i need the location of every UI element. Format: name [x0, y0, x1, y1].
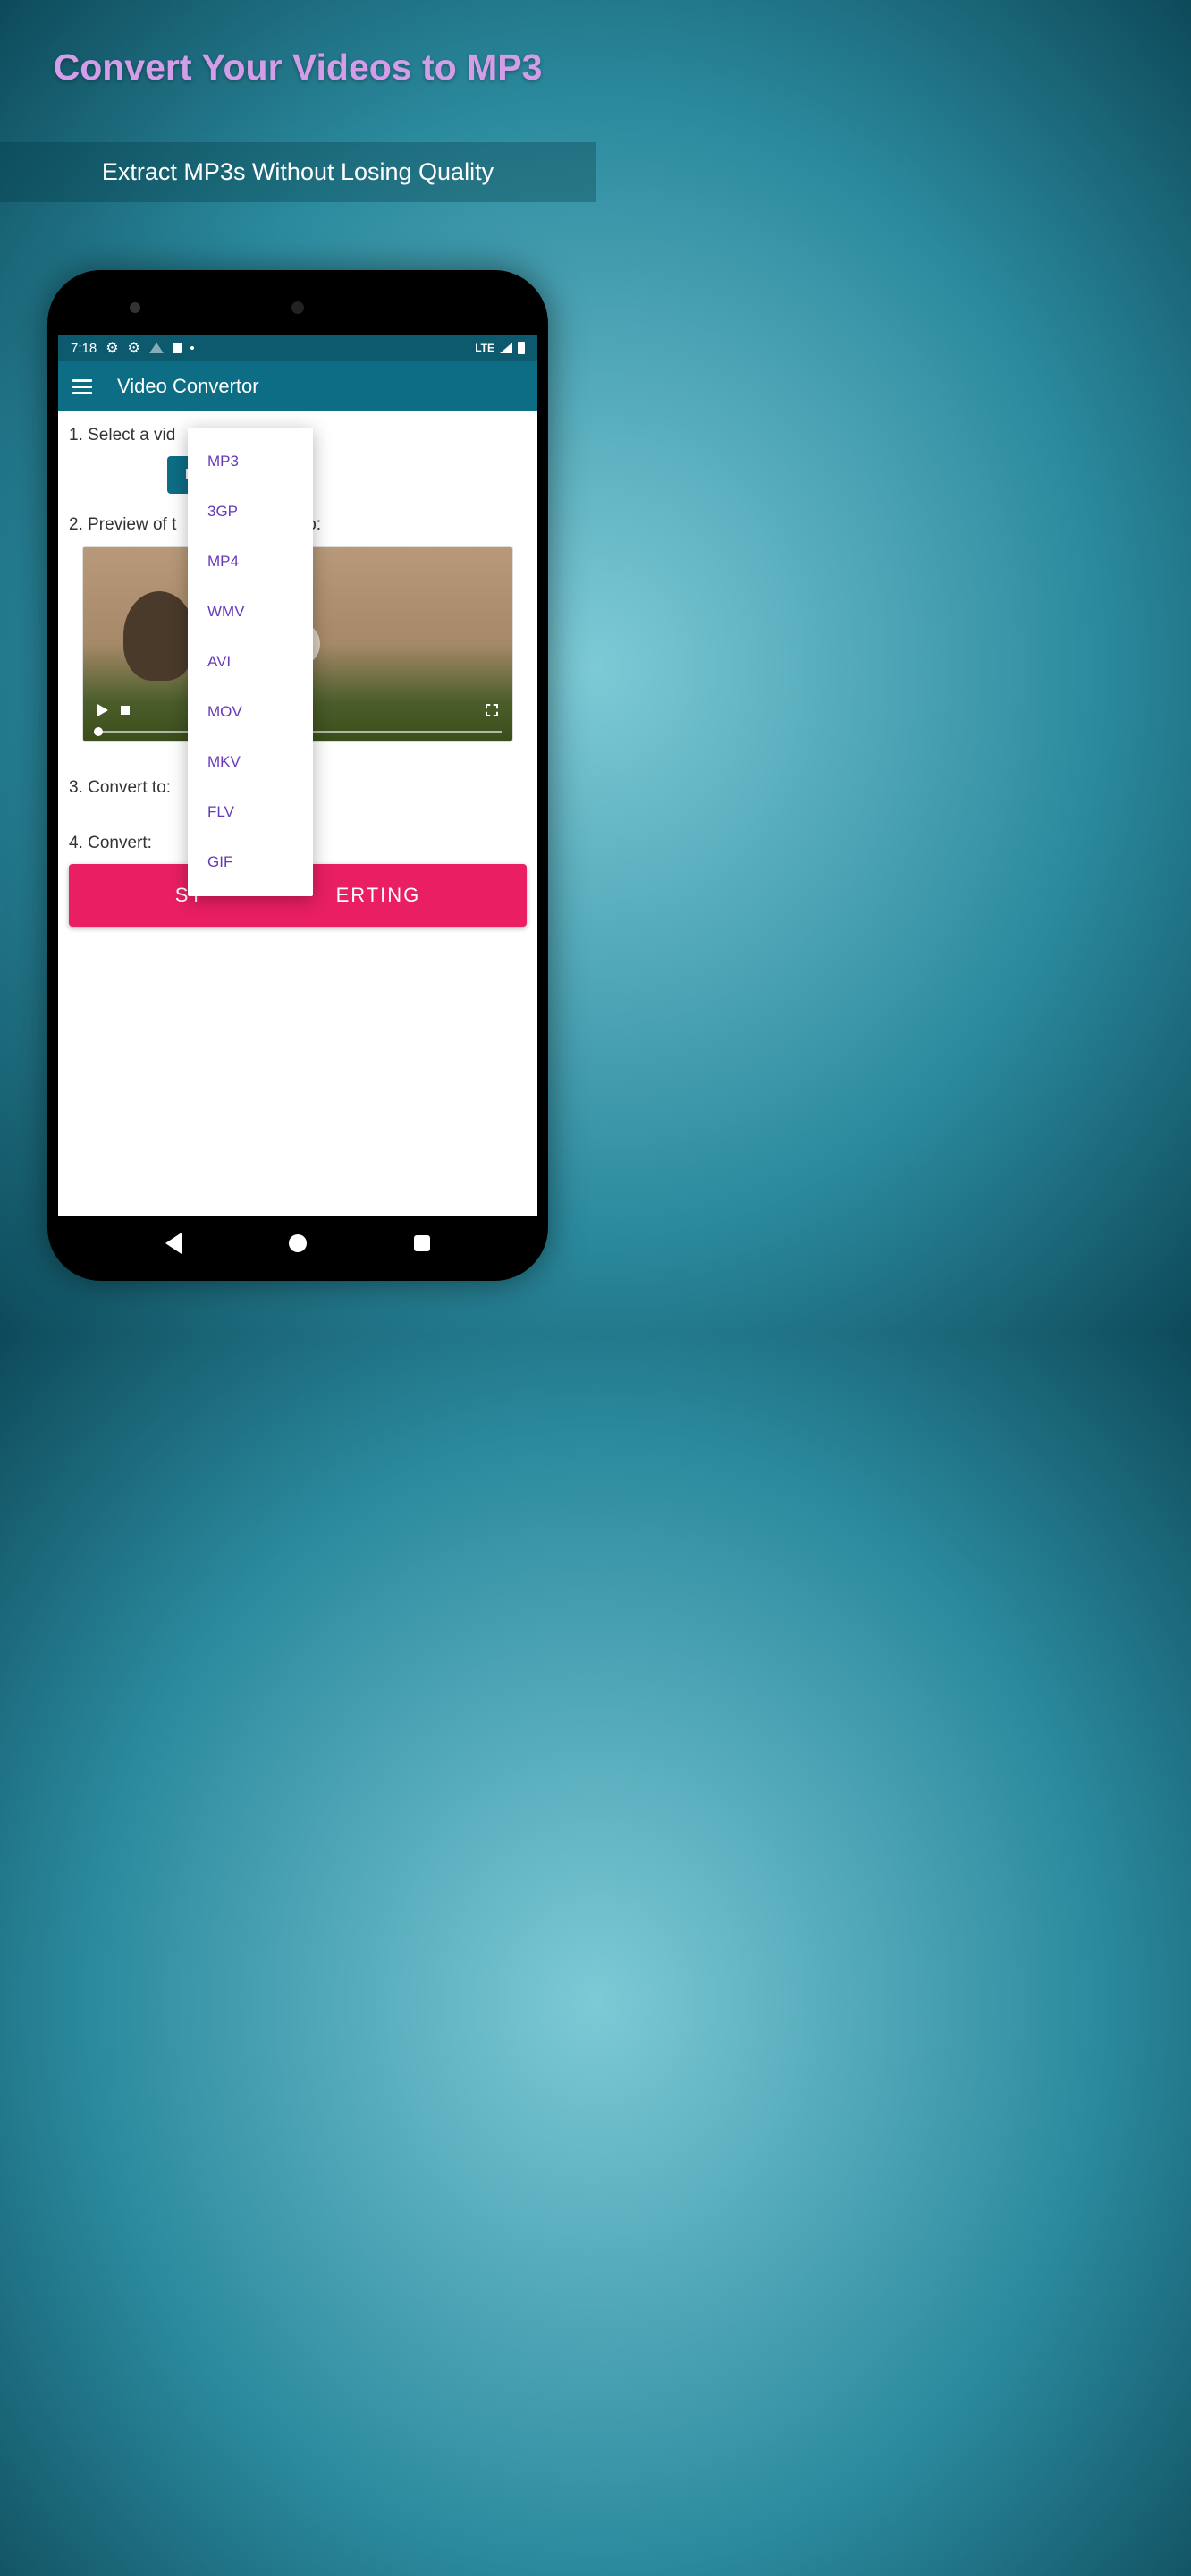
dropdown-item-mkv[interactable]: MKV — [188, 737, 313, 787]
dropdown-item-3gp[interactable]: 3GP — [188, 487, 313, 537]
video-thumbnail-content — [123, 591, 195, 681]
app-title: Video Convertor — [117, 375, 259, 398]
video-progress-thumb[interactable] — [94, 727, 103, 736]
marketing-title: Convert Your Videos to MP3 — [0, 47, 596, 89]
settings-icon — [128, 339, 140, 357]
nav-recent-button[interactable] — [414, 1235, 430, 1251]
app-content: 1. Select a vid DEO 2. Preview of t eo: — [58, 411, 537, 1216]
marketing-subtitle-bar: Extract MP3s Without Losing Quality — [0, 142, 596, 202]
marketing-subtitle: Extract MP3s Without Losing Quality — [0, 158, 596, 186]
dropdown-item-flv[interactable]: FLV — [188, 787, 313, 837]
volume-icon[interactable] — [121, 706, 130, 715]
status-bar-left: 7:18 — [71, 339, 194, 357]
navigation-bar — [58, 1216, 537, 1270]
network-label: LTE — [475, 342, 494, 354]
signal-icon — [500, 343, 512, 353]
status-bar: 7:18 LTE — [58, 335, 537, 361]
sd-card-icon — [173, 343, 182, 353]
phone-frame: 7:18 LTE Video Convertor 1. Select — [47, 270, 548, 1281]
phone-sensor-dot — [130, 302, 140, 313]
dropdown-item-avi[interactable]: AVI — [188, 637, 313, 687]
status-bar-right: LTE — [475, 342, 525, 354]
dropdown-item-mp4[interactable]: MP4 — [188, 537, 313, 587]
app-bar: Video Convertor — [58, 361, 537, 411]
battery-icon — [518, 342, 525, 354]
play-icon[interactable] — [97, 704, 108, 716]
fullscreen-icon[interactable] — [486, 704, 498, 716]
phone-camera-dot — [291, 301, 304, 314]
format-dropdown-menu: MP3 3GP MP4 WMV AVI MOV MKV FLV GIF — [188, 428, 313, 896]
wifi-icon — [149, 343, 164, 353]
status-time: 7:18 — [71, 341, 97, 356]
nav-home-button[interactable] — [289, 1234, 307, 1252]
dropdown-item-wmv[interactable]: WMV — [188, 587, 313, 637]
phone-top-bezel — [58, 281, 537, 335]
hamburger-menu-icon[interactable] — [72, 379, 92, 394]
nav-back-button[interactable] — [165, 1233, 182, 1254]
settings-icon — [106, 339, 118, 357]
more-notifications-icon — [190, 346, 194, 350]
dropdown-item-gif[interactable]: GIF — [188, 837, 313, 887]
dropdown-item-mp3[interactable]: MP3 — [188, 436, 313, 487]
dropdown-item-mov[interactable]: MOV — [188, 687, 313, 737]
phone-inner: 7:18 LTE Video Convertor 1. Select — [58, 281, 537, 1270]
